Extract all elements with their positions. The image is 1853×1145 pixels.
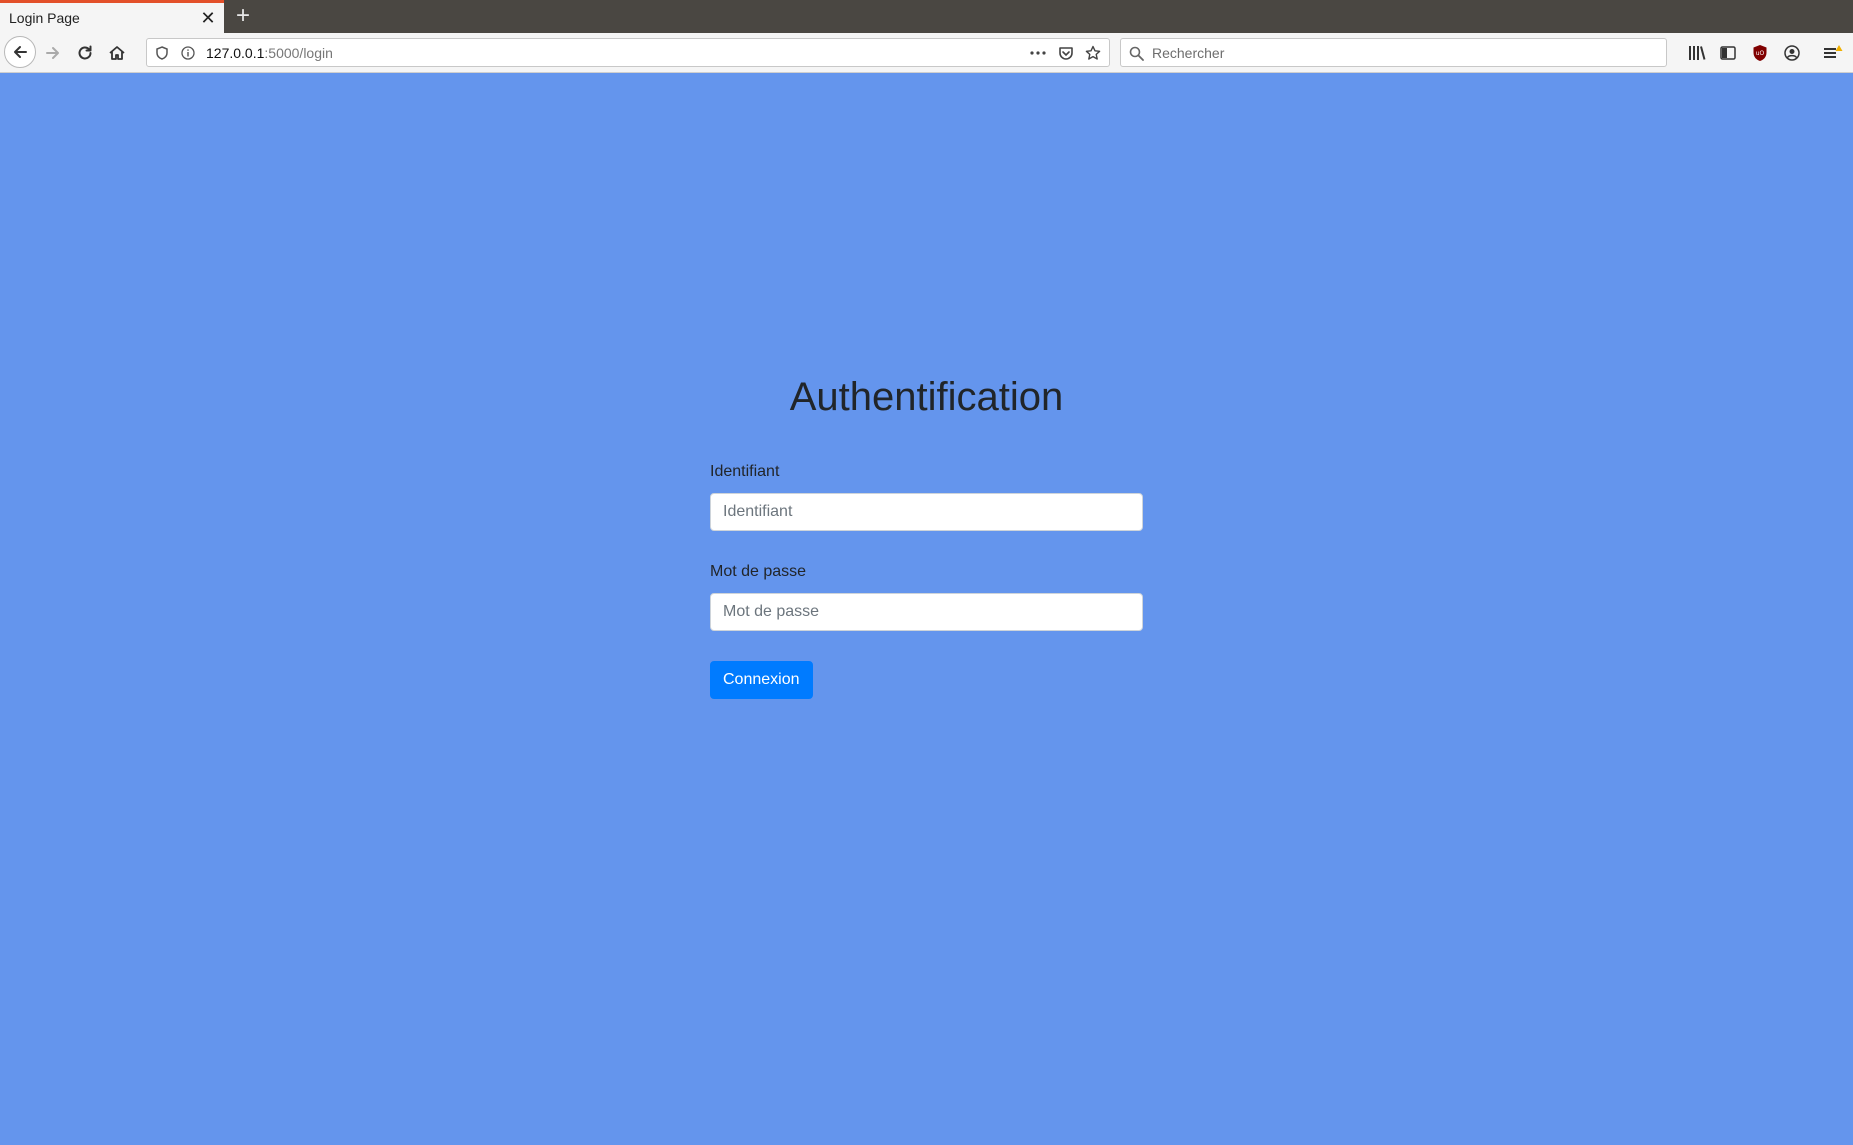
search-bar[interactable]: Rechercher [1120, 38, 1667, 67]
info-icon[interactable] [180, 45, 196, 61]
password-label: Mot de passe [710, 563, 807, 580]
login-button[interactable]: Connexion [710, 661, 813, 699]
shield-icon[interactable] [154, 45, 170, 61]
url-host: 127.0.0.1 [206, 45, 265, 61]
url-text[interactable]: 127.0.0.1:5000/login [206, 45, 333, 61]
hamburger-menu-icon[interactable] [1823, 43, 1843, 63]
bookmark-star-icon[interactable] [1085, 45, 1101, 61]
url-bar[interactable]: 127.0.0.1:5000/login [146, 38, 1110, 67]
sidebar-icon[interactable] [1718, 43, 1738, 63]
password-input[interactable] [710, 593, 1143, 631]
tab-bar: Login Page ✕ + [0, 0, 1853, 33]
svg-text:uO: uO [1756, 50, 1765, 57]
library-icon[interactable] [1687, 43, 1707, 63]
search-placeholder: Rechercher [1152, 45, 1225, 61]
page-title: Authentification [789, 375, 1064, 419]
username-label: Identifiant [710, 463, 780, 480]
url-path: :5000/login [264, 45, 333, 61]
close-tab-icon[interactable]: ✕ [198, 8, 218, 28]
login-form: Authentification Identifiant Mot de pass… [710, 373, 1143, 699]
home-icon[interactable] [103, 39, 131, 67]
forward-arrow-icon[interactable] [39, 39, 67, 67]
browser-tab[interactable]: Login Page ✕ [0, 0, 224, 33]
back-arrow-icon[interactable] [4, 36, 36, 68]
new-tab-icon[interactable]: + [230, 3, 256, 29]
page-content: Authentification Identifiant Mot de pass… [0, 73, 1853, 1145]
navigation-toolbar: 127.0.0.1:5000/login Rechercher uO [0, 33, 1853, 73]
account-icon[interactable] [1782, 43, 1802, 63]
ublock-icon[interactable]: uO [1750, 43, 1770, 63]
tab-title: Login Page [9, 10, 80, 26]
search-icon [1128, 45, 1144, 61]
reload-icon[interactable] [71, 39, 99, 67]
username-input[interactable] [710, 493, 1143, 531]
more-dots-icon[interactable] [1030, 45, 1046, 61]
pocket-icon[interactable] [1058, 45, 1074, 61]
